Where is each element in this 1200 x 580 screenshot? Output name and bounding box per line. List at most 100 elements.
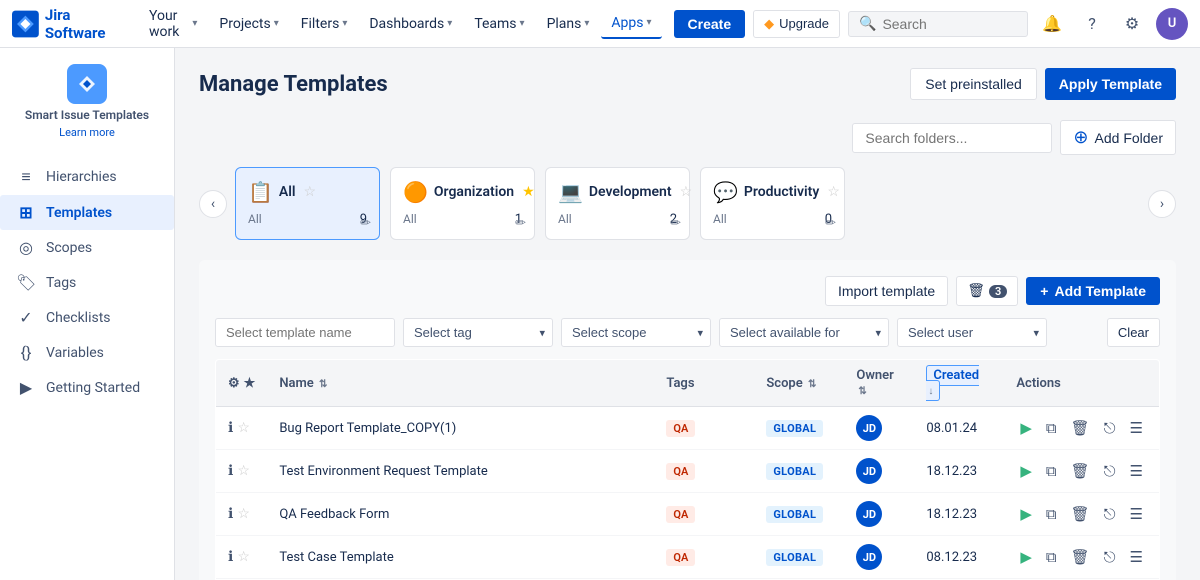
folder-card-development[interactable]: 💻 Development ☆ All 2 ✏ <box>545 167 690 240</box>
col-header-created[interactable]: Created ↓ <box>914 360 1004 407</box>
sidebar-item-checklists[interactable]: ✓ Checklists <box>0 300 174 335</box>
owner-avatar: JD <box>856 501 882 527</box>
star-icon-prod[interactable]: ☆ <box>827 184 840 200</box>
star-icon[interactable]: ☆ <box>237 463 250 479</box>
copy-action-icon[interactable]: ⧉ <box>1042 460 1061 482</box>
set-preinstalled-button[interactable]: Set preinstalled <box>910 68 1037 100</box>
share-action-icon[interactable]: ⎋ <box>1100 546 1120 568</box>
row-icons-cell: ℹ ☆ <box>216 536 268 579</box>
add-folder-button[interactable]: ⊕ Add Folder <box>1060 120 1176 155</box>
copy-action-icon[interactable]: ⧉ <box>1042 503 1061 525</box>
nav-teams[interactable]: Teams ▾ <box>464 10 534 38</box>
folder-card-productivity[interactable]: 💬 Productivity ☆ All 0 ✏ <box>700 167 845 240</box>
nav-apps[interactable]: Apps ▾ <box>601 9 661 39</box>
tag-badge: QA <box>666 506 695 523</box>
row-created-cell: 08.01.24 <box>914 407 1004 450</box>
play-action-icon[interactable]: ▶ <box>1016 546 1036 568</box>
create-button[interactable]: Create <box>674 10 746 38</box>
owner-sort-icon[interactable]: ⇅ <box>858 386 866 397</box>
notifications-icon[interactable]: 🔔 <box>1036 8 1068 40</box>
delete-action-icon[interactable]: 🗑 <box>1067 417 1094 439</box>
delete-action-icon[interactable]: 🗑 <box>1067 503 1094 525</box>
star-icon[interactable]: ☆ <box>237 420 250 436</box>
name-sort-icon[interactable]: ⇅ <box>319 379 327 390</box>
logo[interactable]: Jira Software <box>12 6 131 42</box>
row-owner-cell: JD <box>844 536 914 579</box>
star-icon-dev[interactable]: ☆ <box>680 184 693 200</box>
col-header-owner[interactable]: Owner ⇅ <box>844 360 914 407</box>
carousel-prev[interactable]: ‹ <box>199 190 227 218</box>
template-name-filter[interactable] <box>215 318 395 347</box>
menu-action-icon[interactable]: ☰ <box>1126 503 1147 525</box>
learn-more-link[interactable]: Learn more <box>59 126 115 139</box>
share-action-icon[interactable]: ⎋ <box>1100 460 1120 482</box>
search-box[interactable]: 🔍 <box>848 11 1028 37</box>
folder-edit-prod[interactable]: ✏ <box>825 216 836 231</box>
star-icon-org[interactable]: ★ <box>522 184 535 200</box>
share-action-icon[interactable]: ⎋ <box>1100 417 1120 439</box>
delete-action-icon[interactable]: 🗑 <box>1067 546 1094 568</box>
row-name-cell: Test Case Template <box>267 536 654 579</box>
sidebar-item-getting-started[interactable]: ▶ Getting Started <box>0 370 174 405</box>
folder-edit-dev[interactable]: ✏ <box>670 216 681 231</box>
add-template-button[interactable]: + Add Template <box>1026 277 1160 305</box>
star-icon-all[interactable]: ☆ <box>304 184 317 200</box>
copy-action-icon[interactable]: ⧉ <box>1042 546 1061 568</box>
folder-icon-org: 🟠 <box>403 180 428 204</box>
scope-sort-icon[interactable]: ⇅ <box>808 379 816 390</box>
star-icon[interactable]: ☆ <box>237 549 250 565</box>
nav-plans[interactable]: Plans ▾ <box>537 10 600 38</box>
plus-icon: + <box>1040 283 1048 299</box>
nav-dashboards[interactable]: Dashboards ▾ <box>359 10 462 38</box>
sidebar-item-tags[interactable]: 🏷 Tags <box>0 265 174 300</box>
sidebar-item-variables[interactable]: {} Variables <box>0 335 174 370</box>
settings-col-icon[interactable]: ⚙ <box>228 376 240 391</box>
info-icon[interactable]: ℹ <box>228 506 233 522</box>
folder-card-organization[interactable]: 🟠 Organization ★ All 1 ✏ <box>390 167 535 240</box>
nav-your-work[interactable]: Your work ▾ <box>139 2 207 46</box>
settings-icon[interactable]: ⚙ <box>1116 8 1148 40</box>
star-icon[interactable]: ☆ <box>237 506 250 522</box>
import-template-button[interactable]: Import template <box>825 276 948 306</box>
folder-card-all[interactable]: 📋 All ☆ All 9 ✏ <box>235 167 380 240</box>
upgrade-button[interactable]: ◆ Upgrade <box>753 10 840 38</box>
share-action-icon[interactable]: ⎋ <box>1100 503 1120 525</box>
search-input[interactable] <box>882 16 1012 32</box>
delete-badge-button[interactable]: 🗑 3 <box>956 276 1018 306</box>
delete-action-icon[interactable]: 🗑 <box>1067 460 1094 482</box>
folder-edit-all[interactable]: ✏ <box>360 216 371 231</box>
info-icon[interactable]: ℹ <box>228 549 233 565</box>
avatar[interactable]: U <box>1156 8 1188 40</box>
folder-edit-org[interactable]: ✏ <box>515 216 526 231</box>
col-header-scope[interactable]: Scope ⇅ <box>754 360 844 407</box>
clear-filter-button[interactable]: Clear <box>1107 318 1160 347</box>
star-col-icon[interactable]: ★ <box>244 376 256 391</box>
play-action-icon[interactable]: ▶ <box>1016 460 1036 482</box>
nav-filters[interactable]: Filters ▾ <box>291 10 358 38</box>
available-for-filter[interactable]: Select available for <box>719 318 889 347</box>
folder-search-input[interactable] <box>852 123 1052 153</box>
play-action-icon[interactable]: ▶ <box>1016 503 1036 525</box>
sidebar-item-hierarchies[interactable]: ≡ Hierarchies <box>0 159 174 195</box>
menu-action-icon[interactable]: ☰ <box>1126 546 1147 568</box>
nav-projects[interactable]: Projects ▾ <box>209 10 288 38</box>
sidebar-item-scopes[interactable]: ◎ Scopes <box>0 230 174 265</box>
sidebar-item-templates[interactable]: ⊞ Templates <box>0 195 174 230</box>
sidebar: Smart Issue Templates Learn more ≡ Hiera… <box>0 48 175 580</box>
play-action-icon[interactable]: ▶ <box>1016 417 1036 439</box>
folder-carousel: ‹ 📋 All ☆ All 9 ✏ <box>199 167 1176 240</box>
created-sort-icon[interactable]: ↓ <box>928 386 933 397</box>
col-header-name[interactable]: Name ⇅ <box>267 360 654 407</box>
tag-badge: QA <box>666 420 695 437</box>
menu-action-icon[interactable]: ☰ <box>1126 460 1147 482</box>
apply-template-button[interactable]: Apply Template <box>1045 68 1176 100</box>
user-filter[interactable]: Select user <box>897 318 1047 347</box>
help-icon[interactable]: ? <box>1076 8 1108 40</box>
info-icon[interactable]: ℹ <box>228 463 233 479</box>
tag-filter[interactable]: Select tag <box>403 318 553 347</box>
carousel-next[interactable]: › <box>1148 190 1176 218</box>
copy-action-icon[interactable]: ⧉ <box>1042 417 1061 439</box>
info-icon[interactable]: ℹ <box>228 420 233 436</box>
scope-filter[interactable]: Select scope <box>561 318 711 347</box>
menu-action-icon[interactable]: ☰ <box>1126 417 1147 439</box>
